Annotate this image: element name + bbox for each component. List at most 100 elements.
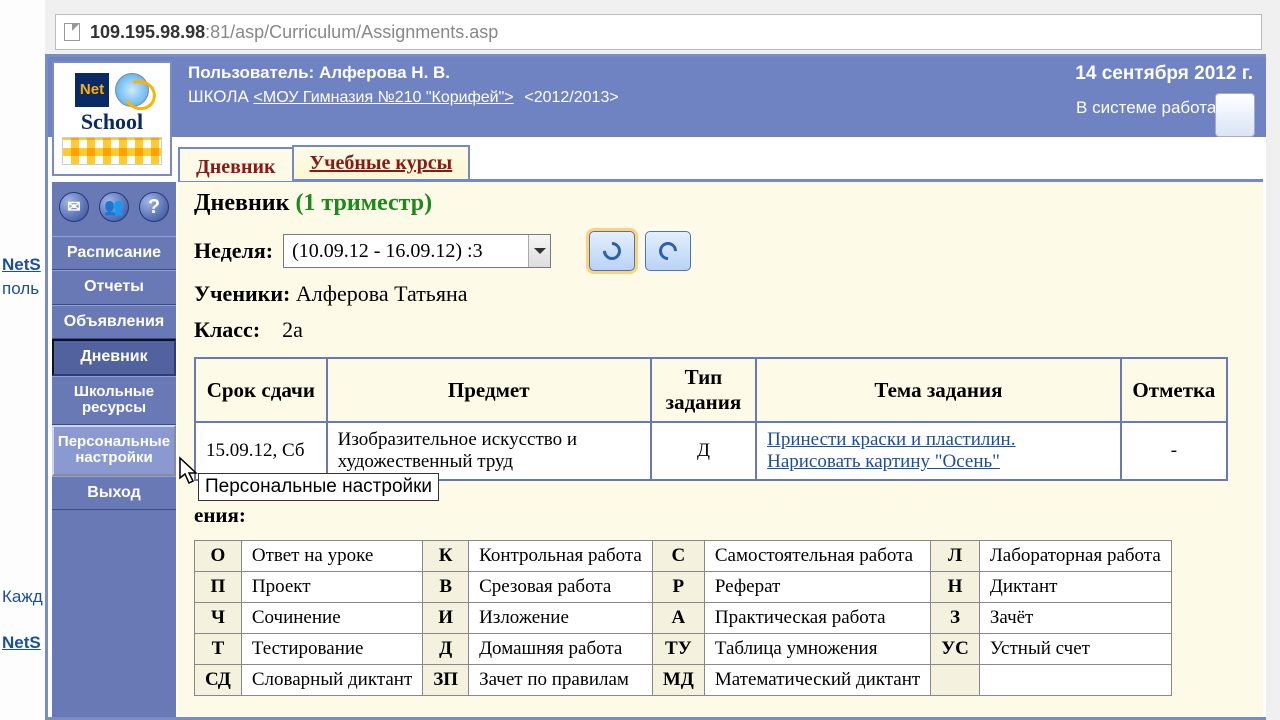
cell-subject: Изобразительное искусство и художественн… [327,422,651,480]
week-value: (10.09.12 - 16.09.12) :3 [292,240,483,263]
legend-value: Зачет по правилам [469,665,653,696]
legend-key: К [423,541,469,572]
refresh-back-icon [599,238,624,263]
user-name: Алферова Н. В. [319,63,450,82]
sidebar-item-reports[interactable]: Отчеты [52,270,176,304]
legend-key: МД [652,665,704,696]
legend-key: И [423,603,469,634]
legend-value: Ответ на уроке [241,541,422,572]
tooltip: Персональные настройки [198,473,439,501]
legend-value: Тестирование [241,634,422,665]
ie-icon [115,73,149,107]
sidebar-item-diary[interactable]: Дневник [52,339,176,375]
topic-link[interactable]: Принести краски и пластилин. Нарисовать … [767,429,1015,472]
legend-row: ЧСочинениеИИзложениеАПрактическая работа… [195,603,1172,634]
page-title: Дневник (1 триместр) [194,190,1247,217]
legend-value: Срезовая работа [469,572,653,603]
school-label: ШКОЛА [188,87,254,106]
legend-value: Таблица умножения [704,634,930,665]
table-header-row: Срок сдачи Предмет Тип задания Тема зада… [195,358,1227,422]
students-row: Ученики: Алферова Татьяна [194,281,1247,307]
legend-key: УС [931,634,980,665]
legend-key: Ч [195,603,242,634]
page-margin-right [1266,0,1280,720]
app-frame: Net School Пользователь: Алферова Н. В. … [45,54,1270,720]
cell-due: 15.09.12, Сб [195,422,327,480]
legend-key: С [652,541,704,572]
legend-title: ения: [194,503,1247,528]
sidebar-item-announcements[interactable]: Объявления [52,305,176,339]
logo-square: Net [75,73,109,107]
legend-key: З [931,603,980,634]
col-topic: Тема задания [756,358,1121,422]
col-mark: Отметка [1121,358,1227,422]
chevron-down-icon [528,235,550,267]
legend-value: Самостоятельная работа [704,541,930,572]
assignments-table: Срок сдачи Предмет Тип задания Тема зада… [194,357,1228,481]
legend-key: Д [423,634,469,665]
sidebar-item-schedule[interactable]: Расписание [52,236,176,270]
legend-row: СДСловарный диктантЗПЗачет по правиламМД… [195,665,1172,696]
legend-row: ООтвет на урокеККонтрольная работаССамос… [195,541,1172,572]
legend-value: Реферат [704,572,930,603]
week-prev-button[interactable] [589,231,635,271]
help-icon[interactable]: ? [139,192,169,222]
tabs: Дневник Учебные курсы [178,145,1263,182]
legend-row: ППроектВСрезовая работаРРефератНДиктант [195,572,1172,603]
tab-courses[interactable]: Учебные курсы [292,145,471,179]
legend-value: Домашняя работа [469,634,653,665]
user-label: Пользователь: [188,63,319,82]
legend-key: Т [195,634,242,665]
legend-key [931,665,980,696]
col-type: Тип задания [651,358,756,422]
page-icon [64,23,80,41]
legend-key: О [195,541,242,572]
legend-key: В [423,572,469,603]
legend-key: Р [652,572,704,603]
week-label: Неделя: [194,238,273,264]
legend-value: Практическая работа [704,603,930,634]
legend-value: Математический диктант [704,665,930,696]
legend-key: П [195,572,242,603]
col-due: Срок сдачи [195,358,327,422]
legend-value: Словарный диктант [241,665,422,696]
refresh-fwd-icon [655,238,680,263]
sidebar: ✉ 👥 ? Расписание Отчеты Объявления Дневн… [52,182,176,717]
header-date: 14 сентября 2012 г. [1075,63,1253,85]
school-link[interactable]: <МОУ Гимназия №210 "Корифей"> [254,89,514,106]
legend-key: ТУ [652,634,704,665]
legend-key: Л [931,541,980,572]
legend-value: Изложение [469,603,653,634]
cell-type: Д [651,422,756,480]
content: Дневник (1 триместр) Неделя: (10.09.12 -… [178,182,1263,717]
logo-text: School [81,109,143,135]
legend-value: Устный счет [979,634,1171,665]
address-host: 109.195.98.98 [90,22,205,43]
address-bar[interactable]: 109.195.98.98 :81/asp/Curriculum/Assignm… [55,14,1262,50]
page-margin-left: NetS поль Кажд NetS [0,0,45,720]
sidebar-item-school-resources[interactable]: Школьные ресурсы [52,376,176,425]
legend-value: Лабораторная работа [979,541,1171,572]
cell-topic: Принести краски и пластилин. Нарисовать … [756,422,1121,480]
legend-value: Проект [241,572,422,603]
exit-icon[interactable] [1215,93,1255,137]
background-text: NetS поль Кажд NetS [2,255,43,657]
week-next-button[interactable] [645,231,691,271]
legend-key: А [652,603,704,634]
legend-key: Н [931,572,980,603]
sidebar-item-personal-settings[interactable]: Персональные настройки [52,425,176,476]
mail-icon[interactable]: ✉ [59,192,89,222]
week-select[interactable]: (10.09.12 - 16.09.12) :3 [283,234,551,268]
legend-row: ТТестированиеДДомашняя работаТУТаблица у… [195,634,1172,665]
sidebar-item-exit[interactable]: Выход [52,476,176,510]
col-subject: Предмет [327,358,651,422]
legend-value [979,665,1171,696]
group-icon[interactable]: 👥 [99,192,129,222]
legend-table: ООтвет на урокеККонтрольная работаССамос… [194,540,1172,696]
address-path: :81/asp/Curriculum/Assignments.asp [205,22,498,43]
tab-diary[interactable]: Дневник [178,147,294,181]
table-row: 15.09.12, Сб Изобразительное искусство и… [195,422,1227,480]
cell-mark: - [1121,422,1227,480]
logo[interactable]: Net School [52,61,172,176]
legend-value: Диктант [979,572,1171,603]
